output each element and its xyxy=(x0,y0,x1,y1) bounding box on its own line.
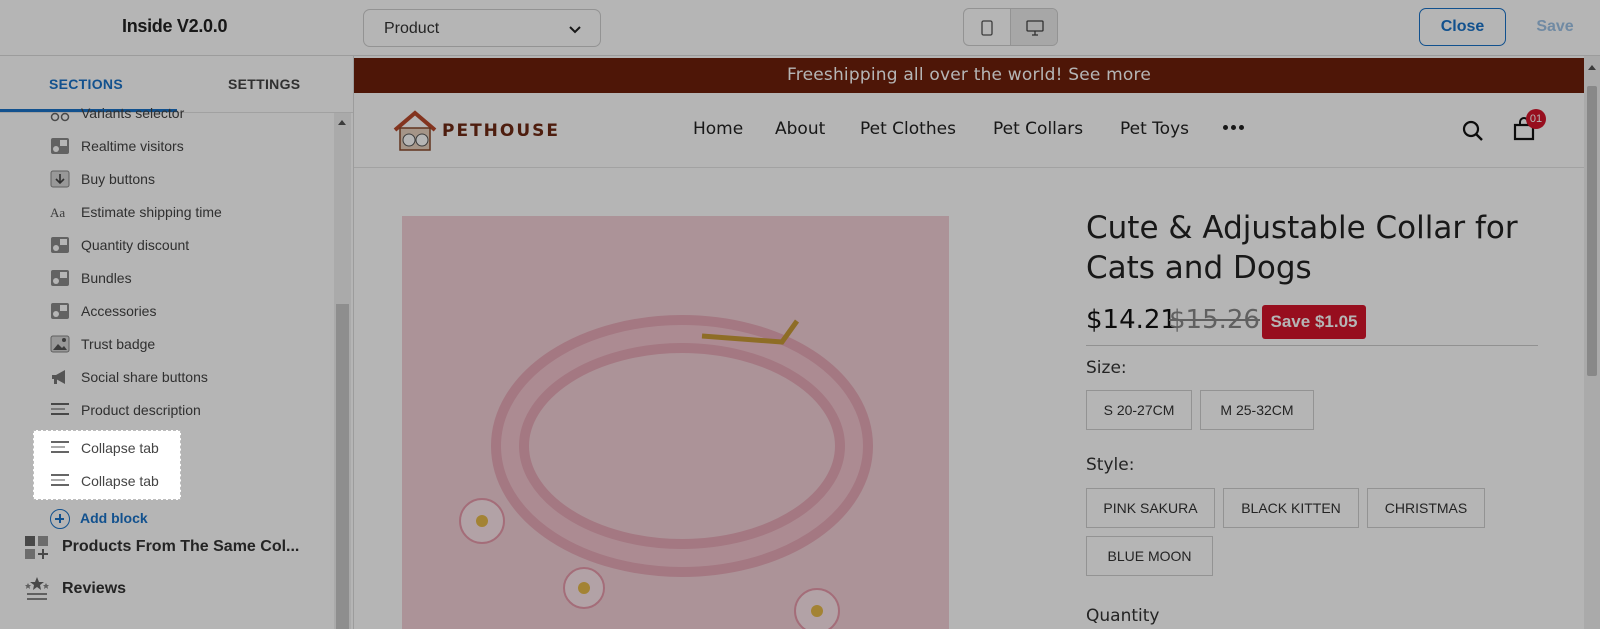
variants-icon xyxy=(50,112,70,122)
product-image[interactable] xyxy=(402,216,949,629)
nav-pet-toys[interactable]: Pet Toys xyxy=(1120,119,1189,139)
tab-settings[interactable]: SETTINGS xyxy=(228,76,300,92)
page-type-value: Product xyxy=(384,20,440,37)
save-button[interactable]: Save xyxy=(1517,8,1593,46)
search-icon[interactable] xyxy=(1462,120,1484,142)
block-label: Variants selector xyxy=(81,105,185,121)
app-block-icon xyxy=(51,138,69,154)
highlighted-collapse-tabs: Collapse tab Collapse tab xyxy=(33,430,181,500)
logo-text: PETHOUSE xyxy=(442,121,561,141)
announcement-bar[interactable]: Freeshipping all over the world! See mor… xyxy=(354,58,1584,93)
preview-scrollbar[interactable] xyxy=(1584,56,1600,629)
editor-sidebar: SECTIONS SETTINGS Variants selector Real… xyxy=(0,56,354,629)
tab-sections[interactable]: SECTIONS xyxy=(49,76,123,92)
block-label: Collapse tab xyxy=(81,440,159,456)
app-block-icon xyxy=(51,270,69,286)
editor-topbar: Inside V2.0.0 Product Close Save xyxy=(0,0,1600,56)
block-label: Estimate shipping time xyxy=(81,204,222,220)
block-label: Social share buttons xyxy=(81,369,208,385)
paragraph-icon xyxy=(51,474,69,486)
block-label: Collapse tab xyxy=(81,473,159,489)
block-social-share-buttons[interactable]: Social share buttons xyxy=(50,362,320,392)
block-realtime-visitors[interactable]: Realtime visitors xyxy=(50,131,320,161)
block-quantity-discount[interactable]: Quantity discount xyxy=(50,230,320,260)
image-icon xyxy=(50,335,70,353)
desktop-view-button[interactable] xyxy=(1011,9,1057,45)
nav-pet-collars[interactable]: Pet Collars xyxy=(993,119,1083,139)
block-accessories[interactable]: Accessories xyxy=(50,296,320,326)
product-price: $14.21 xyxy=(1086,305,1177,335)
add-block-label: Add block xyxy=(80,510,148,526)
preview-scrollbar-thumb[interactable] xyxy=(1587,86,1597,376)
mobile-icon xyxy=(981,20,993,36)
more-menu-icon[interactable] xyxy=(1223,124,1247,132)
price-divider xyxy=(1086,345,1538,346)
block-variants-selector[interactable]: Variants selector xyxy=(50,98,320,128)
buy-buttons-icon xyxy=(50,170,70,188)
paragraph-icon xyxy=(51,441,69,453)
block-product-description[interactable]: Product description xyxy=(50,395,320,425)
nav-home[interactable]: Home xyxy=(693,119,743,139)
style-label: Style: xyxy=(1086,455,1135,475)
block-label: Buy buttons xyxy=(81,171,155,187)
section-products-same-collection[interactable]: Products From The Same Col... xyxy=(24,533,324,563)
block-label: Accessories xyxy=(81,303,157,319)
sale-badge: Save $1.05 xyxy=(1262,305,1366,339)
app-block-icon xyxy=(51,237,69,253)
size-label: Size: xyxy=(1086,358,1127,378)
paragraph-icon xyxy=(51,403,69,415)
section-label: Reviews xyxy=(62,580,127,597)
quantity-label: Quantity xyxy=(1086,606,1160,626)
block-buy-buttons[interactable]: Buy buttons xyxy=(50,164,320,194)
store-header: PETHOUSE Home About Pet Clothes Pet Coll… xyxy=(354,93,1584,168)
desktop-icon xyxy=(1025,20,1044,36)
block-label: Product description xyxy=(81,402,201,418)
block-label: Realtime visitors xyxy=(81,138,184,154)
style-option[interactable]: BLUE MOON xyxy=(1086,536,1213,576)
block-estimate-shipping-time[interactable]: Aa Estimate shipping time xyxy=(50,197,320,227)
chevron-down-icon xyxy=(569,26,581,34)
style-option[interactable]: BLACK KITTEN xyxy=(1223,488,1359,528)
scroll-up-arrow-icon[interactable] xyxy=(338,120,346,125)
close-button[interactable]: Close xyxy=(1419,8,1506,46)
nav-pet-clothes[interactable]: Pet Clothes xyxy=(860,119,956,139)
mobile-view-button[interactable] xyxy=(964,9,1011,45)
block-label: Quantity discount xyxy=(81,237,190,253)
block-trust-badge[interactable]: Trust badge xyxy=(50,329,320,359)
store-logo[interactable]: PETHOUSE xyxy=(392,110,562,152)
text-icon: Aa xyxy=(50,205,65,220)
sidebar-scrollbar-thumb[interactable] xyxy=(336,304,349,629)
megaphone-icon xyxy=(52,370,65,384)
cart-count-badge: 01 xyxy=(1526,109,1546,129)
pethouse-logo-icon xyxy=(393,110,437,151)
block-bundles[interactable]: Bundles xyxy=(50,263,320,293)
collar-illustration xyxy=(402,216,949,629)
add-circle-icon xyxy=(50,509,70,529)
app-title: Inside V2.0.0 xyxy=(122,16,228,36)
size-option[interactable]: M 25-32CM xyxy=(1200,390,1314,430)
product-title: Cute & Adjustable Collar for Cats and Do… xyxy=(1086,210,1518,286)
grid-add-icon xyxy=(25,536,48,559)
block-label: Trust badge xyxy=(81,336,156,352)
stars-icon xyxy=(25,577,49,600)
compare-at-price: $15.26 xyxy=(1169,305,1260,335)
nav-about[interactable]: About xyxy=(775,119,825,139)
style-option[interactable]: PINK SAKURA xyxy=(1086,488,1215,528)
storefront-preview: Freeshipping all over the world! See mor… xyxy=(354,56,1600,629)
block-collapse-tab[interactable]: Collapse tab xyxy=(50,433,320,463)
section-reviews[interactable]: Reviews xyxy=(24,575,324,605)
block-collapse-tab[interactable]: Collapse tab xyxy=(50,466,320,496)
block-label: Bundles xyxy=(81,270,132,286)
page-type-select[interactable]: Product xyxy=(363,9,601,47)
style-option[interactable]: CHRISTMAS xyxy=(1367,488,1485,528)
section-label: Products From The Same Col... xyxy=(62,538,300,555)
app-block-icon xyxy=(51,303,69,319)
device-toggle xyxy=(963,8,1058,46)
size-option[interactable]: S 20-27CM xyxy=(1086,390,1192,430)
scroll-up-arrow-icon[interactable] xyxy=(1588,65,1596,70)
svg-text:Aa: Aa xyxy=(50,205,65,220)
